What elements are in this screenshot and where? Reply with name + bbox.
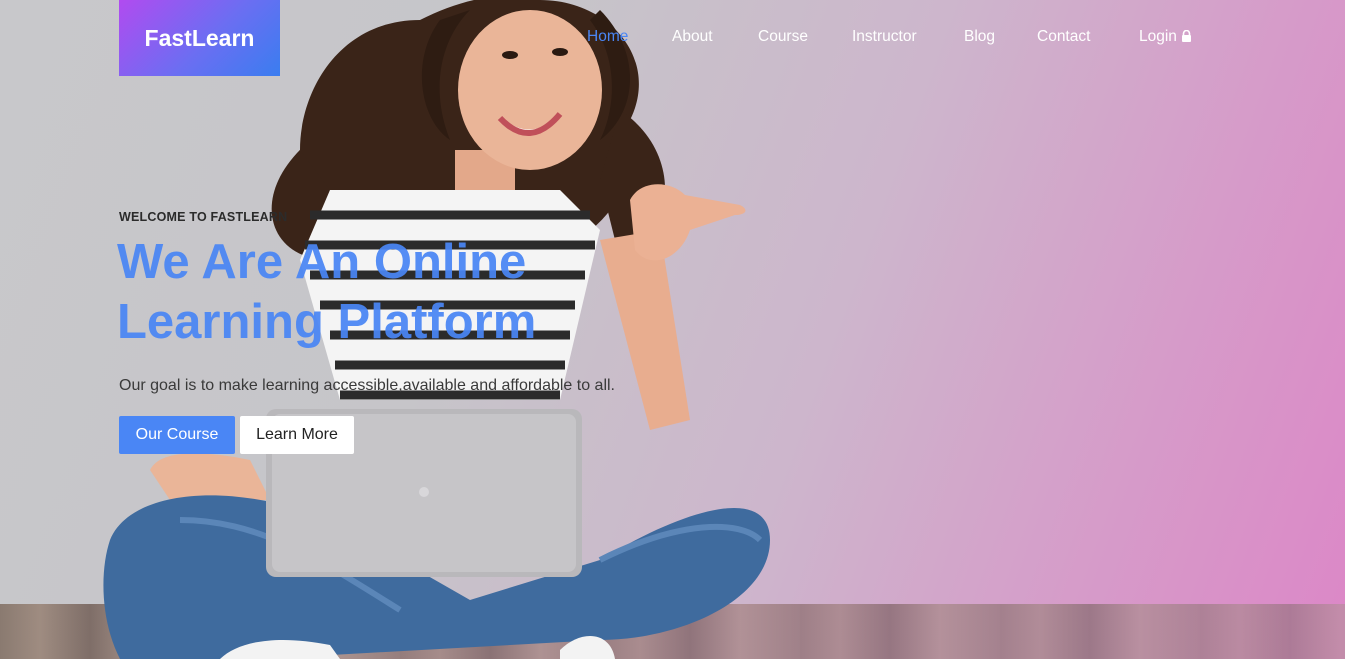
nav-item-home[interactable]: Home [587,28,628,46]
nav-item-instructor[interactable]: Instructor [852,28,917,46]
our-course-button[interactable]: Our Course [119,416,235,454]
nav-item-login-label: Login [1139,28,1177,45]
nav-item-login[interactable]: Login [1139,28,1192,46]
hero-headline-line-2: Learning Platform [117,295,537,349]
nav-item-about[interactable]: About [672,28,713,46]
brand-name: FastLearn [144,24,255,51]
brand-logo[interactable]: FastLearn [119,0,280,76]
hero-eyebrow: WELCOME TO FASTLEARN [119,210,288,224]
hero-headline-line-1: We Are An Online [117,235,527,289]
nav-item-course[interactable]: Course [758,28,808,46]
hero-headline: We Are An Online Learning Platform [117,232,737,352]
nav-item-contact[interactable]: Contact [1037,28,1090,46]
lock-icon [1181,30,1191,42]
learn-more-button[interactable]: Learn More [240,416,354,454]
nav-item-blog[interactable]: Blog [964,28,995,46]
hero-section: FastLearn Home About Course Instructor B… [0,0,1345,659]
hero-subtitle: Our goal is to make learning accessible,… [119,377,615,394]
